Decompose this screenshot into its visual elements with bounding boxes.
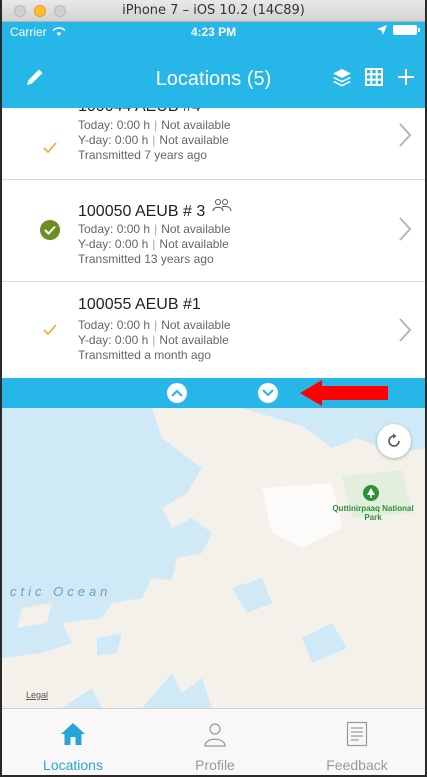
yday-hours: Y-day: 0:00 h [78, 133, 149, 147]
location-name-text: 100050 AEUB # 3 [78, 203, 206, 220]
grid-icon [365, 68, 383, 86]
status-time: 4:23 PM [190, 25, 237, 39]
today-status: Not available [161, 318, 231, 332]
tab-profile[interactable]: Profile [144, 709, 286, 775]
partial-check-icon [40, 138, 60, 158]
location-transmitted: Transmitted 7 years ago [78, 148, 207, 162]
status-bar: Carrier 4:23 PM [2, 22, 425, 42]
partial-check-icon [40, 320, 60, 340]
simulator-window: iPhone 7 – iOS 10.2 (14C89) Carrier 4:23… [0, 0, 427, 777]
today-status: Not available [161, 222, 231, 236]
split-view-bar[interactable] [2, 378, 425, 408]
location-name: 100044 AEUB #4 [78, 108, 201, 116]
map-view[interactable]: Quttinirpaaq National Park ctic Ocean Le… [2, 408, 425, 708]
app-header: Carrier 4:23 PM Locations (5) [2, 22, 425, 108]
tab-label: Locations [43, 757, 103, 773]
chevron-right-icon [399, 123, 412, 147]
complete-check-icon [40, 220, 60, 240]
today-hours: Today: 0:00 h [78, 222, 151, 236]
today-hours: Today: 0:00 h [78, 318, 151, 332]
battery-icon [393, 25, 420, 35]
locations-list[interactable]: 100044 AEUB #4 Today: 0:00 h|Not availab… [2, 108, 425, 378]
location-name: 100055 AEUB #1 [78, 296, 201, 313]
layers-button[interactable] [331, 66, 353, 88]
person-icon [204, 723, 226, 747]
navigation-bar: Locations (5) [2, 48, 425, 108]
location-arrow-icon [377, 25, 387, 35]
location-today: Today: 0:00 h | Not available [78, 222, 231, 236]
window-title: iPhone 7 – iOS 10.2 (14C89) [122, 3, 305, 18]
list-item[interactable]: 100050 AEUB # 3 Today: 0:00 h | Not availa… [2, 180, 425, 282]
refresh-icon [388, 433, 400, 447]
document-icon [346, 721, 368, 747]
layers-icon [333, 69, 351, 87]
window-titlebar: iPhone 7 – iOS 10.2 (14C89) [2, 0, 425, 22]
location-transmitted: Transmitted a month ago [78, 348, 211, 362]
today-hours: Today: 0:00 h [78, 118, 151, 132]
location-transmitted: Transmitted 13 years ago [78, 252, 214, 266]
today-status: Not available [161, 118, 231, 132]
location-name: 100050 AEUB # 3 [78, 198, 232, 221]
add-location-button[interactable] [395, 66, 417, 88]
list-item[interactable]: 100055 AEUB #1 Today: 0:00 h | Not availab… [2, 282, 425, 378]
location-today: Today: 0:00 h | Not available [78, 318, 231, 332]
expand-map-button[interactable] [258, 383, 278, 403]
tab-label: Profile [195, 757, 235, 773]
expand-list-button[interactable] [167, 383, 187, 403]
yday-status: Not available [159, 237, 229, 251]
location-yday: Y-day: 0:00 h | Not available [78, 333, 229, 347]
status-indicators [377, 25, 420, 35]
chevron-up-icon [171, 389, 183, 397]
refresh-button[interactable] [377, 424, 411, 458]
yday-status: Not available [159, 333, 229, 347]
chevron-right-icon [399, 217, 412, 241]
yday-hours: Y-day: 0:00 h [78, 237, 149, 251]
location-yday: Y-day: 0:00 h | Not available [78, 133, 229, 147]
chevron-right-icon [399, 318, 412, 342]
ocean-label: ctic Ocean [10, 584, 112, 599]
plus-icon [398, 69, 414, 85]
tab-bar: Locations Profile Feedback [2, 708, 425, 775]
home-icon [61, 723, 85, 745]
nav-actions [331, 66, 417, 88]
park-label: Quttinirpaaq National Park [332, 504, 414, 522]
tab-label: Feedback [326, 757, 388, 773]
yday-status: Not available [159, 133, 229, 147]
chevron-down-icon [262, 389, 274, 397]
grid-view-button[interactable] [363, 66, 385, 88]
map-land-shapes [2, 408, 425, 708]
location-yday: Y-day: 0:00 h | Not available [78, 237, 229, 251]
list-item[interactable]: 100044 AEUB #4 Today: 0:00 h|Not availab… [2, 108, 425, 180]
location-today: Today: 0:00 h | Not available [78, 118, 231, 132]
park-marker-icon[interactable] [363, 485, 379, 501]
shared-users-icon [212, 199, 232, 212]
tab-locations[interactable]: Locations [2, 709, 144, 775]
legal-link[interactable]: Legal [26, 690, 48, 700]
tab-feedback[interactable]: Feedback [286, 709, 425, 775]
yday-hours: Y-day: 0:00 h [78, 333, 149, 347]
annotation-arrow-icon [300, 380, 388, 406]
